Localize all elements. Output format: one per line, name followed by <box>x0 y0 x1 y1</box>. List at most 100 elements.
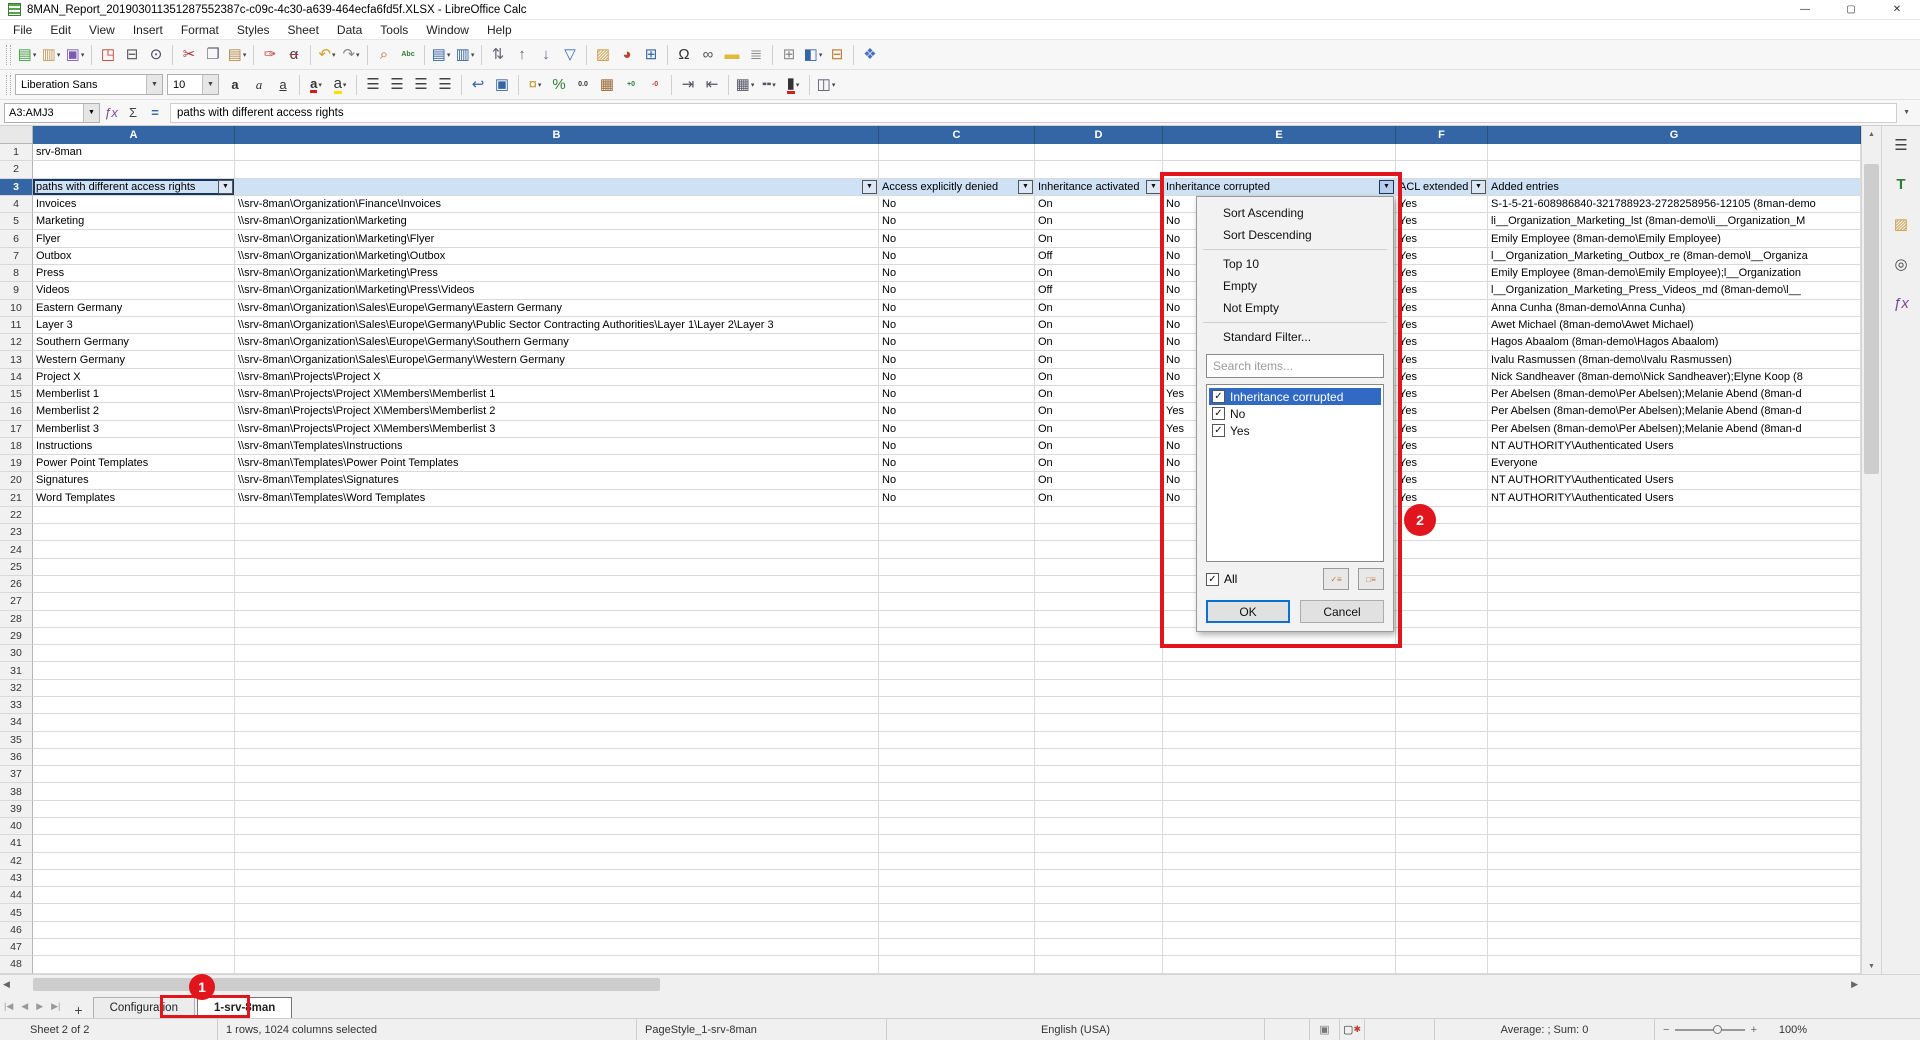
cell-D12[interactable]: On <box>1035 334 1163 351</box>
cell-G4[interactable]: S-1-5-21-608986840-321788923-2728258956-… <box>1488 196 1861 213</box>
cell-B28[interactable] <box>235 611 879 628</box>
cell-A27[interactable] <box>33 593 235 610</box>
cell-G15[interactable]: Per Abelsen (8man-demo\Per Abelsen);Mela… <box>1488 386 1861 403</box>
filter-value-item[interactable]: ✓No <box>1209 405 1381 422</box>
row-header-31[interactable]: 31 <box>0 662 33 679</box>
menu-window[interactable]: Window <box>417 21 478 39</box>
cell-C47[interactable] <box>879 939 1035 956</box>
row-header-48[interactable]: 48 <box>0 956 33 973</box>
select-all-corner[interactable] <box>0 126 33 144</box>
paste-button[interactable]: ▤▾ <box>225 43 249 67</box>
cell-A46[interactable] <box>33 922 235 939</box>
row-header-30[interactable]: 30 <box>0 645 33 662</box>
show-only-current-item-button[interactable]: ✓≡ <box>1323 568 1349 590</box>
cell-A17[interactable]: Memberlist 3 <box>33 421 235 438</box>
cell-G1[interactable] <box>1488 144 1861 161</box>
document-modified-icon[interactable]: ▢✱ <box>1340 1019 1365 1040</box>
row-header-24[interactable]: 24 <box>0 541 33 558</box>
row-header-13[interactable]: 13 <box>0 351 33 368</box>
cell-C33[interactable] <box>879 697 1035 714</box>
cell-G9[interactable]: l__Organization_Marketing_Press_Videos_m… <box>1488 282 1861 299</box>
cell-A9[interactable]: Videos <box>33 282 235 299</box>
cell-C42[interactable] <box>879 853 1035 870</box>
row-header-38[interactable]: 38 <box>0 783 33 800</box>
cell-D9[interactable]: Off <box>1035 282 1163 299</box>
cell-G45[interactable] <box>1488 904 1861 921</box>
chevron-down-icon[interactable]: ▼ <box>202 75 218 94</box>
cell-C20[interactable]: No <box>879 472 1035 489</box>
cell-A2[interactable] <box>33 161 235 178</box>
zoom-out-icon[interactable]: − <box>1663 1024 1669 1036</box>
cell-F46[interactable] <box>1396 922 1488 939</box>
cell-G37[interactable] <box>1488 766 1861 783</box>
column-header-B[interactable]: B <box>235 126 879 144</box>
print-button[interactable]: ⊟ <box>120 43 144 67</box>
column-header-G[interactable]: G <box>1488 126 1861 144</box>
cell-E32[interactable] <box>1163 680 1396 697</box>
cell-C2[interactable] <box>879 161 1035 178</box>
insert-mode[interactable] <box>1265 1019 1310 1040</box>
cell-A48[interactable] <box>33 956 235 973</box>
menu-edit[interactable]: Edit <box>41 21 80 39</box>
cell-C10[interactable]: No <box>879 300 1035 317</box>
cell-A47[interactable] <box>33 939 235 956</box>
cell-G33[interactable] <box>1488 697 1861 714</box>
cell-G5[interactable]: li__Organization_Marketing_lst (8man-dem… <box>1488 213 1861 230</box>
cell-E39[interactable] <box>1163 801 1396 818</box>
cell-G47[interactable] <box>1488 939 1861 956</box>
cell-D41[interactable] <box>1035 835 1163 852</box>
cell-A7[interactable]: Outbox <box>33 248 235 265</box>
formula-info[interactable]: Average: ; Sum: 0 <box>1435 1019 1655 1040</box>
cell-C37[interactable] <box>879 766 1035 783</box>
cell-C31[interactable] <box>879 662 1035 679</box>
cell-G12[interactable]: Hagos Abaalom (8man-demo\Hagos Abaalom) <box>1488 334 1861 351</box>
cell-C15[interactable]: No <box>879 386 1035 403</box>
cell-C13[interactable]: No <box>879 351 1035 368</box>
cell-E42[interactable] <box>1163 853 1396 870</box>
column-header-C[interactable]: C <box>879 126 1035 144</box>
cell-F48[interactable] <box>1396 956 1488 973</box>
autofilter-button-A[interactable]: ▼ <box>218 180 233 194</box>
row-header-34[interactable]: 34 <box>0 714 33 731</box>
cell-G2[interactable] <box>1488 161 1861 178</box>
cell-B41[interactable] <box>235 835 879 852</box>
menu-insert[interactable]: Insert <box>124 21 172 39</box>
cell-D40[interactable] <box>1035 818 1163 835</box>
cell-D17[interactable]: On <box>1035 421 1163 438</box>
cell-C3[interactable]: Access explicitly denied▼ <box>879 179 1035 196</box>
cell-G25[interactable] <box>1488 559 1861 576</box>
cell-G10[interactable]: Anna Cunha (8man-demo\Anna Cunha) <box>1488 300 1861 317</box>
wrap-text-button[interactable]: ↩ <box>466 73 490 97</box>
conditional-formatting-button[interactable]: ◫▾ <box>814 73 838 97</box>
save-button[interactable]: ▣▾ <box>63 43 87 67</box>
zoom-knob[interactable] <box>1713 1025 1722 1034</box>
cell-B34[interactable] <box>235 714 879 731</box>
cell-C19[interactable]: No <box>879 455 1035 472</box>
cell-C28[interactable] <box>879 611 1035 628</box>
cell-G3[interactable]: Added entries <box>1488 179 1861 196</box>
cell-C41[interactable] <box>879 835 1035 852</box>
redo-button[interactable]: ↷▾ <box>339 43 363 67</box>
cell-B22[interactable] <box>235 507 879 524</box>
show-draw-functions-button[interactable]: ❖ <box>858 43 882 67</box>
cell-B1[interactable] <box>235 144 879 161</box>
cell-E37[interactable] <box>1163 766 1396 783</box>
underline-button[interactable]: a <box>271 73 295 97</box>
cell-B32[interactable] <box>235 680 879 697</box>
cell-B47[interactable] <box>235 939 879 956</box>
cell-C14[interactable]: No <box>879 369 1035 386</box>
cell-E45[interactable] <box>1163 904 1396 921</box>
insert-hyperlink-button[interactable]: ∞ <box>696 43 720 67</box>
cell-A36[interactable] <box>33 749 235 766</box>
cell-C32[interactable] <box>879 680 1035 697</box>
functions-icon[interactable]: ƒx <box>1893 295 1909 312</box>
cell-G32[interactable] <box>1488 680 1861 697</box>
row-header-11[interactable]: 11 <box>0 317 33 334</box>
cell-C22[interactable] <box>879 507 1035 524</box>
cell-A28[interactable] <box>33 611 235 628</box>
cell-G40[interactable] <box>1488 818 1861 835</box>
ok-button[interactable]: OK <box>1206 600 1290 623</box>
cell-F30[interactable] <box>1396 645 1488 662</box>
cell-A34[interactable] <box>33 714 235 731</box>
row-header-18[interactable]: 18 <box>0 438 33 455</box>
